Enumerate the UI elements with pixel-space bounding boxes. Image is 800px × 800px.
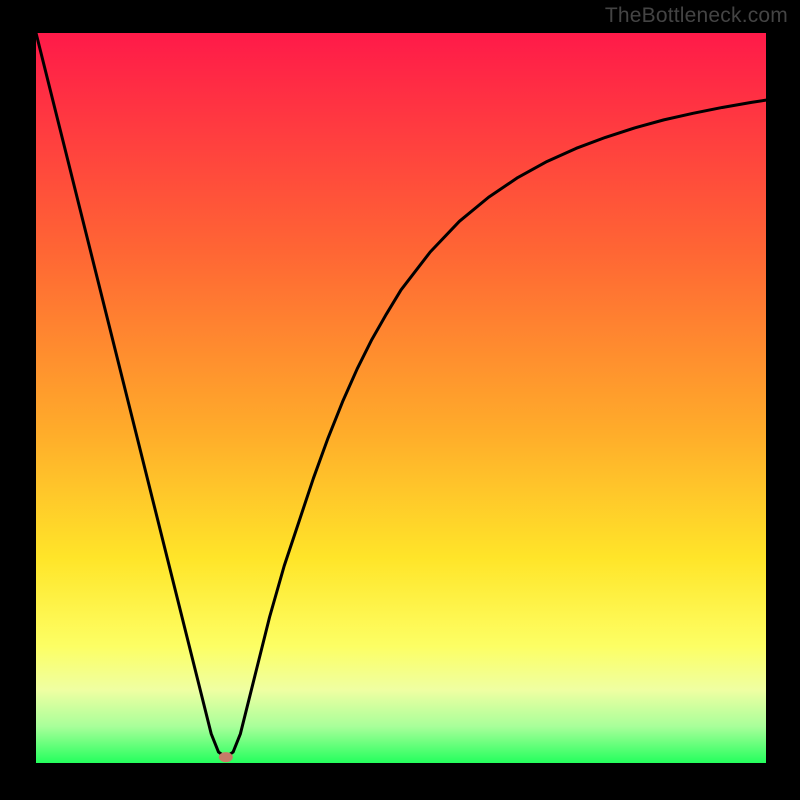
plot-area bbox=[36, 33, 766, 763]
optimal-point-marker bbox=[219, 752, 233, 762]
chart-background bbox=[36, 33, 766, 763]
watermark-text: TheBottleneck.com bbox=[605, 4, 788, 28]
chart-frame: TheBottleneck.com bbox=[0, 0, 800, 800]
bottleneck-chart bbox=[36, 33, 766, 763]
